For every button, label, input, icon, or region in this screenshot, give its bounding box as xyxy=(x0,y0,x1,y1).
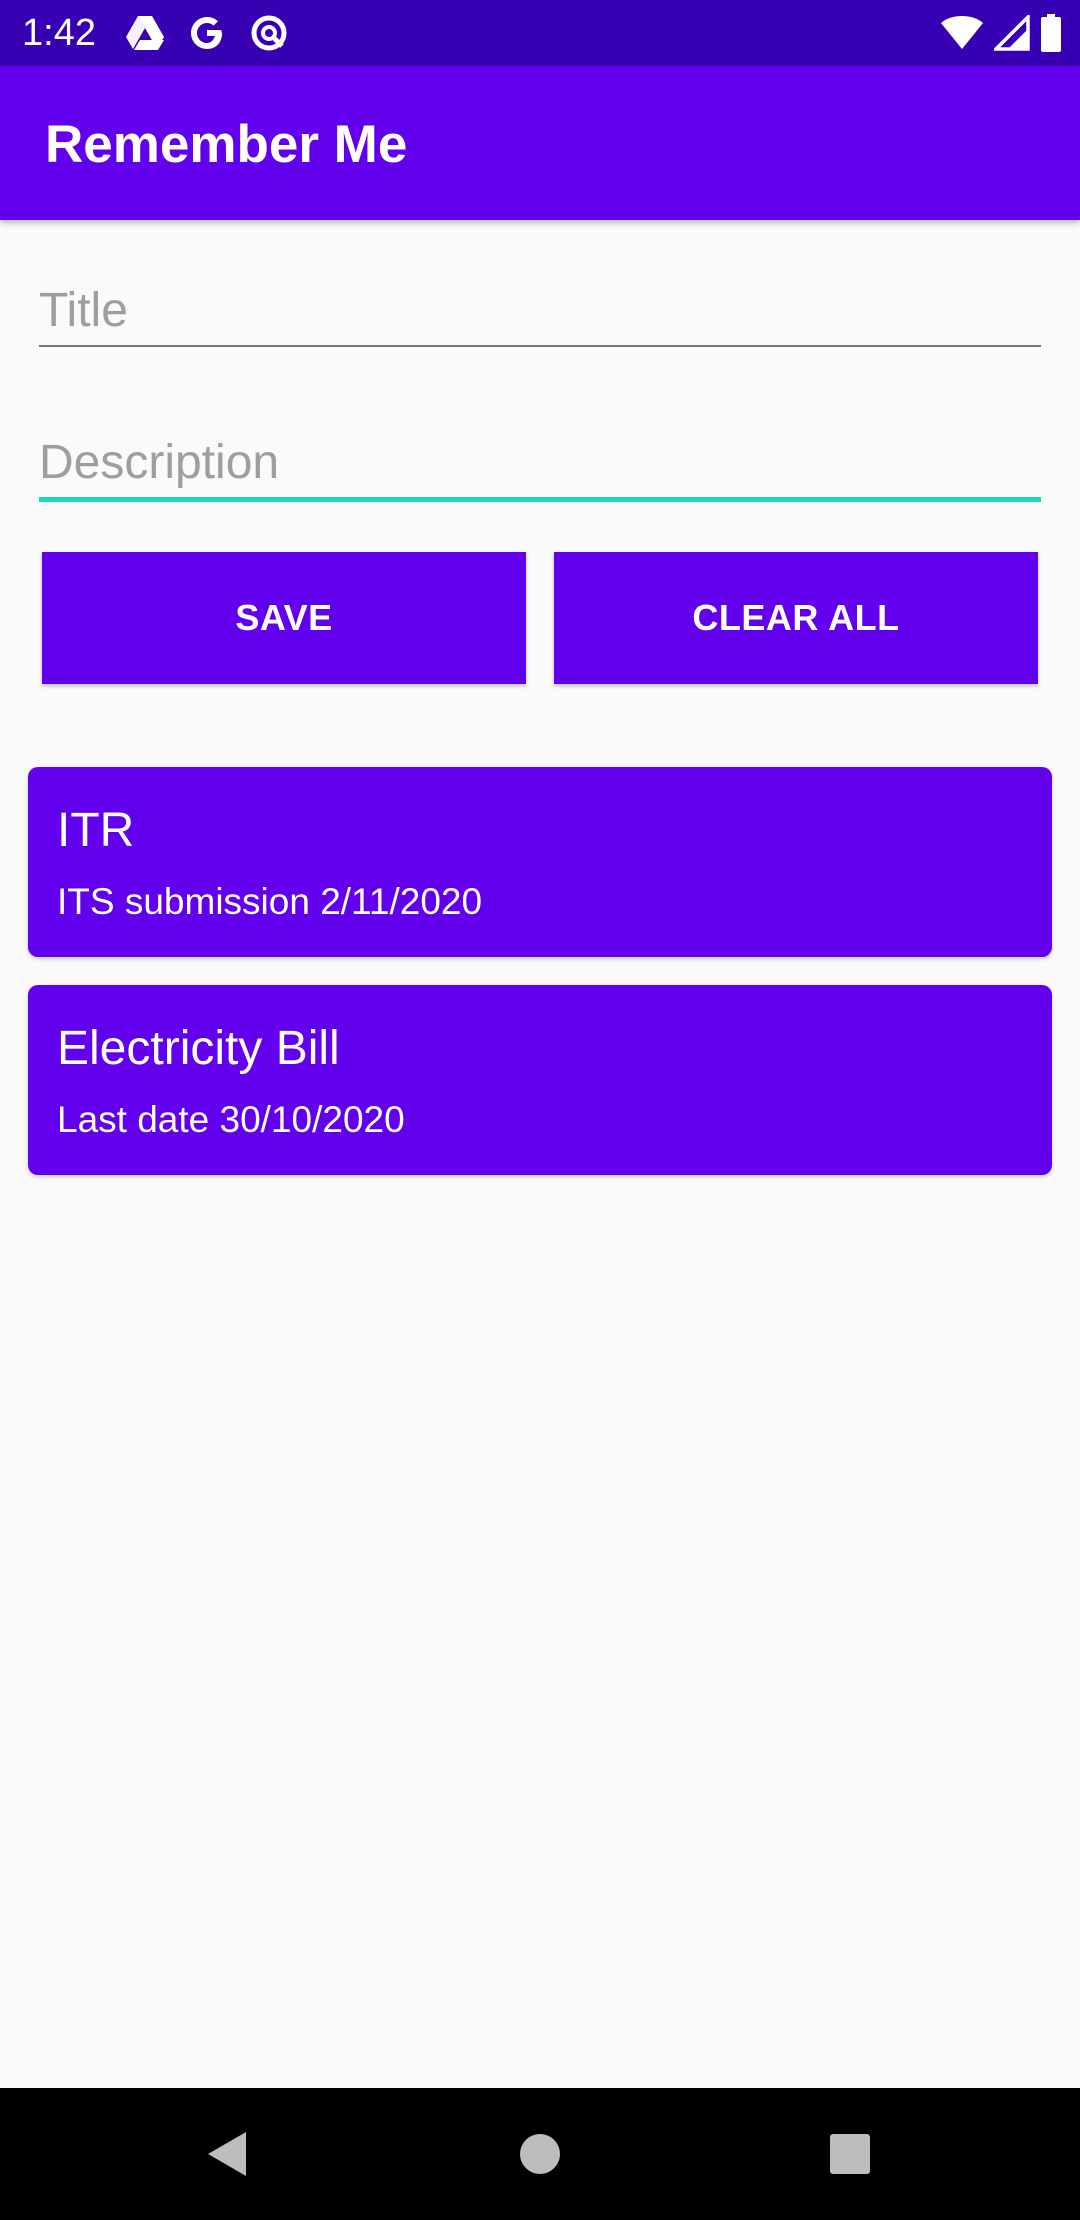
battery-icon xyxy=(1040,12,1062,54)
title-field[interactable] xyxy=(39,275,1041,347)
clear-all-button[interactable]: CLEAR ALL xyxy=(554,552,1038,684)
status-bar: 1:42 xyxy=(0,0,1080,66)
status-system-icons xyxy=(930,12,1062,54)
title-input[interactable] xyxy=(39,275,1041,345)
note-title: ITR xyxy=(57,804,135,857)
wifi-icon xyxy=(940,12,984,54)
screen: 1:42 Remember Me Title Description SAVE … xyxy=(0,0,1080,2220)
drive-icon xyxy=(124,12,166,54)
google-icon xyxy=(186,12,228,54)
note-card[interactable]: Electricity Bill Last date 30/10/2020 xyxy=(28,985,1052,1175)
navigation-bar xyxy=(0,2088,1080,2220)
sync-icon xyxy=(248,12,290,54)
back-icon[interactable] xyxy=(192,2118,264,2190)
note-card[interactable]: ITR ITS submission 2/11/2020 xyxy=(28,767,1052,957)
app-title: Remember Me xyxy=(45,115,408,174)
save-button[interactable]: SAVE xyxy=(42,552,526,684)
status-notification-icons xyxy=(124,12,310,54)
app-bar: Remember Me xyxy=(0,66,1080,220)
description-field[interactable] xyxy=(39,427,1041,502)
description-input[interactable] xyxy=(39,427,1041,497)
recents-icon[interactable] xyxy=(814,2118,886,2190)
note-description: ITS submission 2/11/2020 xyxy=(57,881,483,922)
note-description: Last date 30/10/2020 xyxy=(57,1099,405,1140)
title-underline xyxy=(39,345,1041,347)
description-underline xyxy=(39,497,1041,502)
status-time: 1:42 xyxy=(22,12,96,54)
home-icon[interactable] xyxy=(504,2118,576,2190)
note-title: Electricity Bill xyxy=(57,1022,340,1075)
signal-icon xyxy=(994,12,1030,54)
